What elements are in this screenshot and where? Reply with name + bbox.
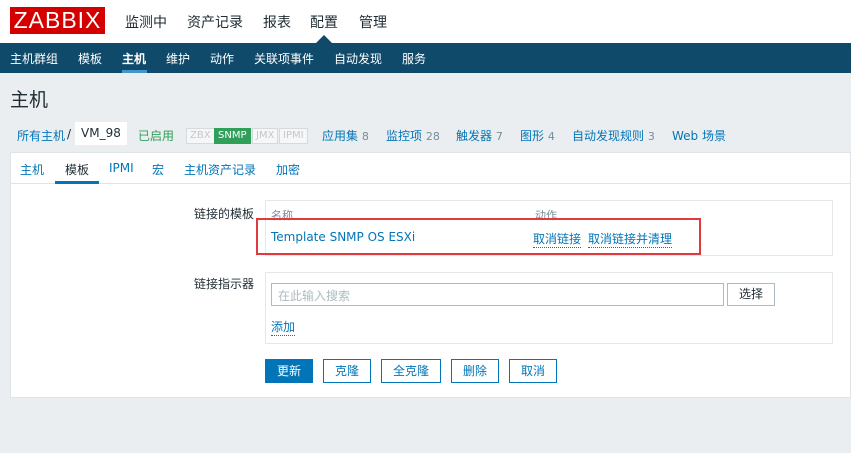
linked-templates-label: 链接的模板 <box>194 207 255 221</box>
template-search-input[interactable]: 在此输入搜索 <box>271 283 724 306</box>
breadcrumb-host: VM_98 <box>75 122 127 145</box>
active-tab-underline <box>55 181 99 184</box>
highlight-box <box>256 218 701 255</box>
count: 28 <box>425 130 440 143</box>
count: 7 <box>495 130 503 143</box>
menu-monitoring[interactable]: 监测中 <box>125 12 167 32</box>
count: 3 <box>647 130 655 143</box>
breadcrumb-all-hosts[interactable]: 所有主机 <box>17 127 65 144</box>
delete-button[interactable]: 删除 <box>451 359 499 383</box>
nav-services[interactable]: 服务 <box>402 50 426 67</box>
zabbix-logo[interactable]: ZABBIX <box>10 7 105 34</box>
tab-ipmi[interactable]: IPMI <box>109 161 134 175</box>
active-menu-indicator <box>316 35 332 43</box>
clone-button[interactable]: 克隆 <box>323 359 371 383</box>
nav-maintenance[interactable]: 维护 <box>166 50 190 67</box>
nav-host-groups[interactable]: 主机群组 <box>10 50 58 67</box>
link-label: 应用集 <box>322 129 359 143</box>
link-discovery-rules[interactable]: 自动发现规则 3 <box>572 127 655 144</box>
page-title: 主机 <box>10 89 49 111</box>
active-nav-underline <box>122 70 147 73</box>
tab-divider <box>10 183 851 184</box>
tab-host[interactable]: 主机 <box>20 161 44 178</box>
link-label: 触发器 <box>456 129 493 143</box>
status-enabled[interactable]: 已启用 <box>138 127 174 144</box>
add-link[interactable]: 添加 <box>271 318 296 336</box>
link-label: 自动发现规则 <box>572 129 645 143</box>
count: 4 <box>547 130 555 143</box>
nav-discovery[interactable]: 自动发现 <box>334 50 382 67</box>
nav-correlation[interactable]: 关联项事件 <box>254 50 314 67</box>
link-items[interactable]: 监控项 28 <box>386 127 440 144</box>
tab-encryption[interactable]: 加密 <box>276 161 300 178</box>
badge-zbx: ZBX <box>186 128 215 144</box>
select-button[interactable]: 选择 <box>727 283 775 306</box>
badge-jmx: JMX <box>252 128 279 144</box>
link-graphs[interactable]: 图形 4 <box>520 127 555 144</box>
cancel-button[interactable]: 取消 <box>509 359 557 383</box>
link-label: 监控项 <box>386 129 423 143</box>
link-label: 图形 <box>520 129 545 143</box>
nav-actions[interactable]: 动作 <box>210 50 234 67</box>
badge-snmp: SNMP <box>214 128 251 144</box>
nav-hosts[interactable]: 主机 <box>122 50 146 67</box>
menu-administration[interactable]: 管理 <box>359 12 387 32</box>
count: 8 <box>361 130 369 143</box>
breadcrumb-separator: / <box>67 127 72 141</box>
link-new-templates-label: 链接指示器 <box>194 277 255 291</box>
link-web-scenarios[interactable]: Web 场景 <box>672 127 726 144</box>
link-applications[interactable]: 应用集 8 <box>322 127 369 144</box>
update-button[interactable]: 更新 <box>265 359 313 383</box>
menu-inventory[interactable]: 资产记录 <box>187 12 243 32</box>
tab-macros[interactable]: 宏 <box>152 161 164 178</box>
menu-configuration[interactable]: 配置 <box>310 12 338 32</box>
tab-templates[interactable]: 模板 <box>65 161 89 178</box>
badge-ipmi: IPMI <box>279 128 308 144</box>
nav-templates[interactable]: 模板 <box>78 50 102 67</box>
link-triggers[interactable]: 触发器 7 <box>456 127 503 144</box>
tab-inventory[interactable]: 主机资产记录 <box>184 161 256 178</box>
menu-reports[interactable]: 报表 <box>263 12 291 32</box>
full-clone-button[interactable]: 全克隆 <box>381 359 441 383</box>
